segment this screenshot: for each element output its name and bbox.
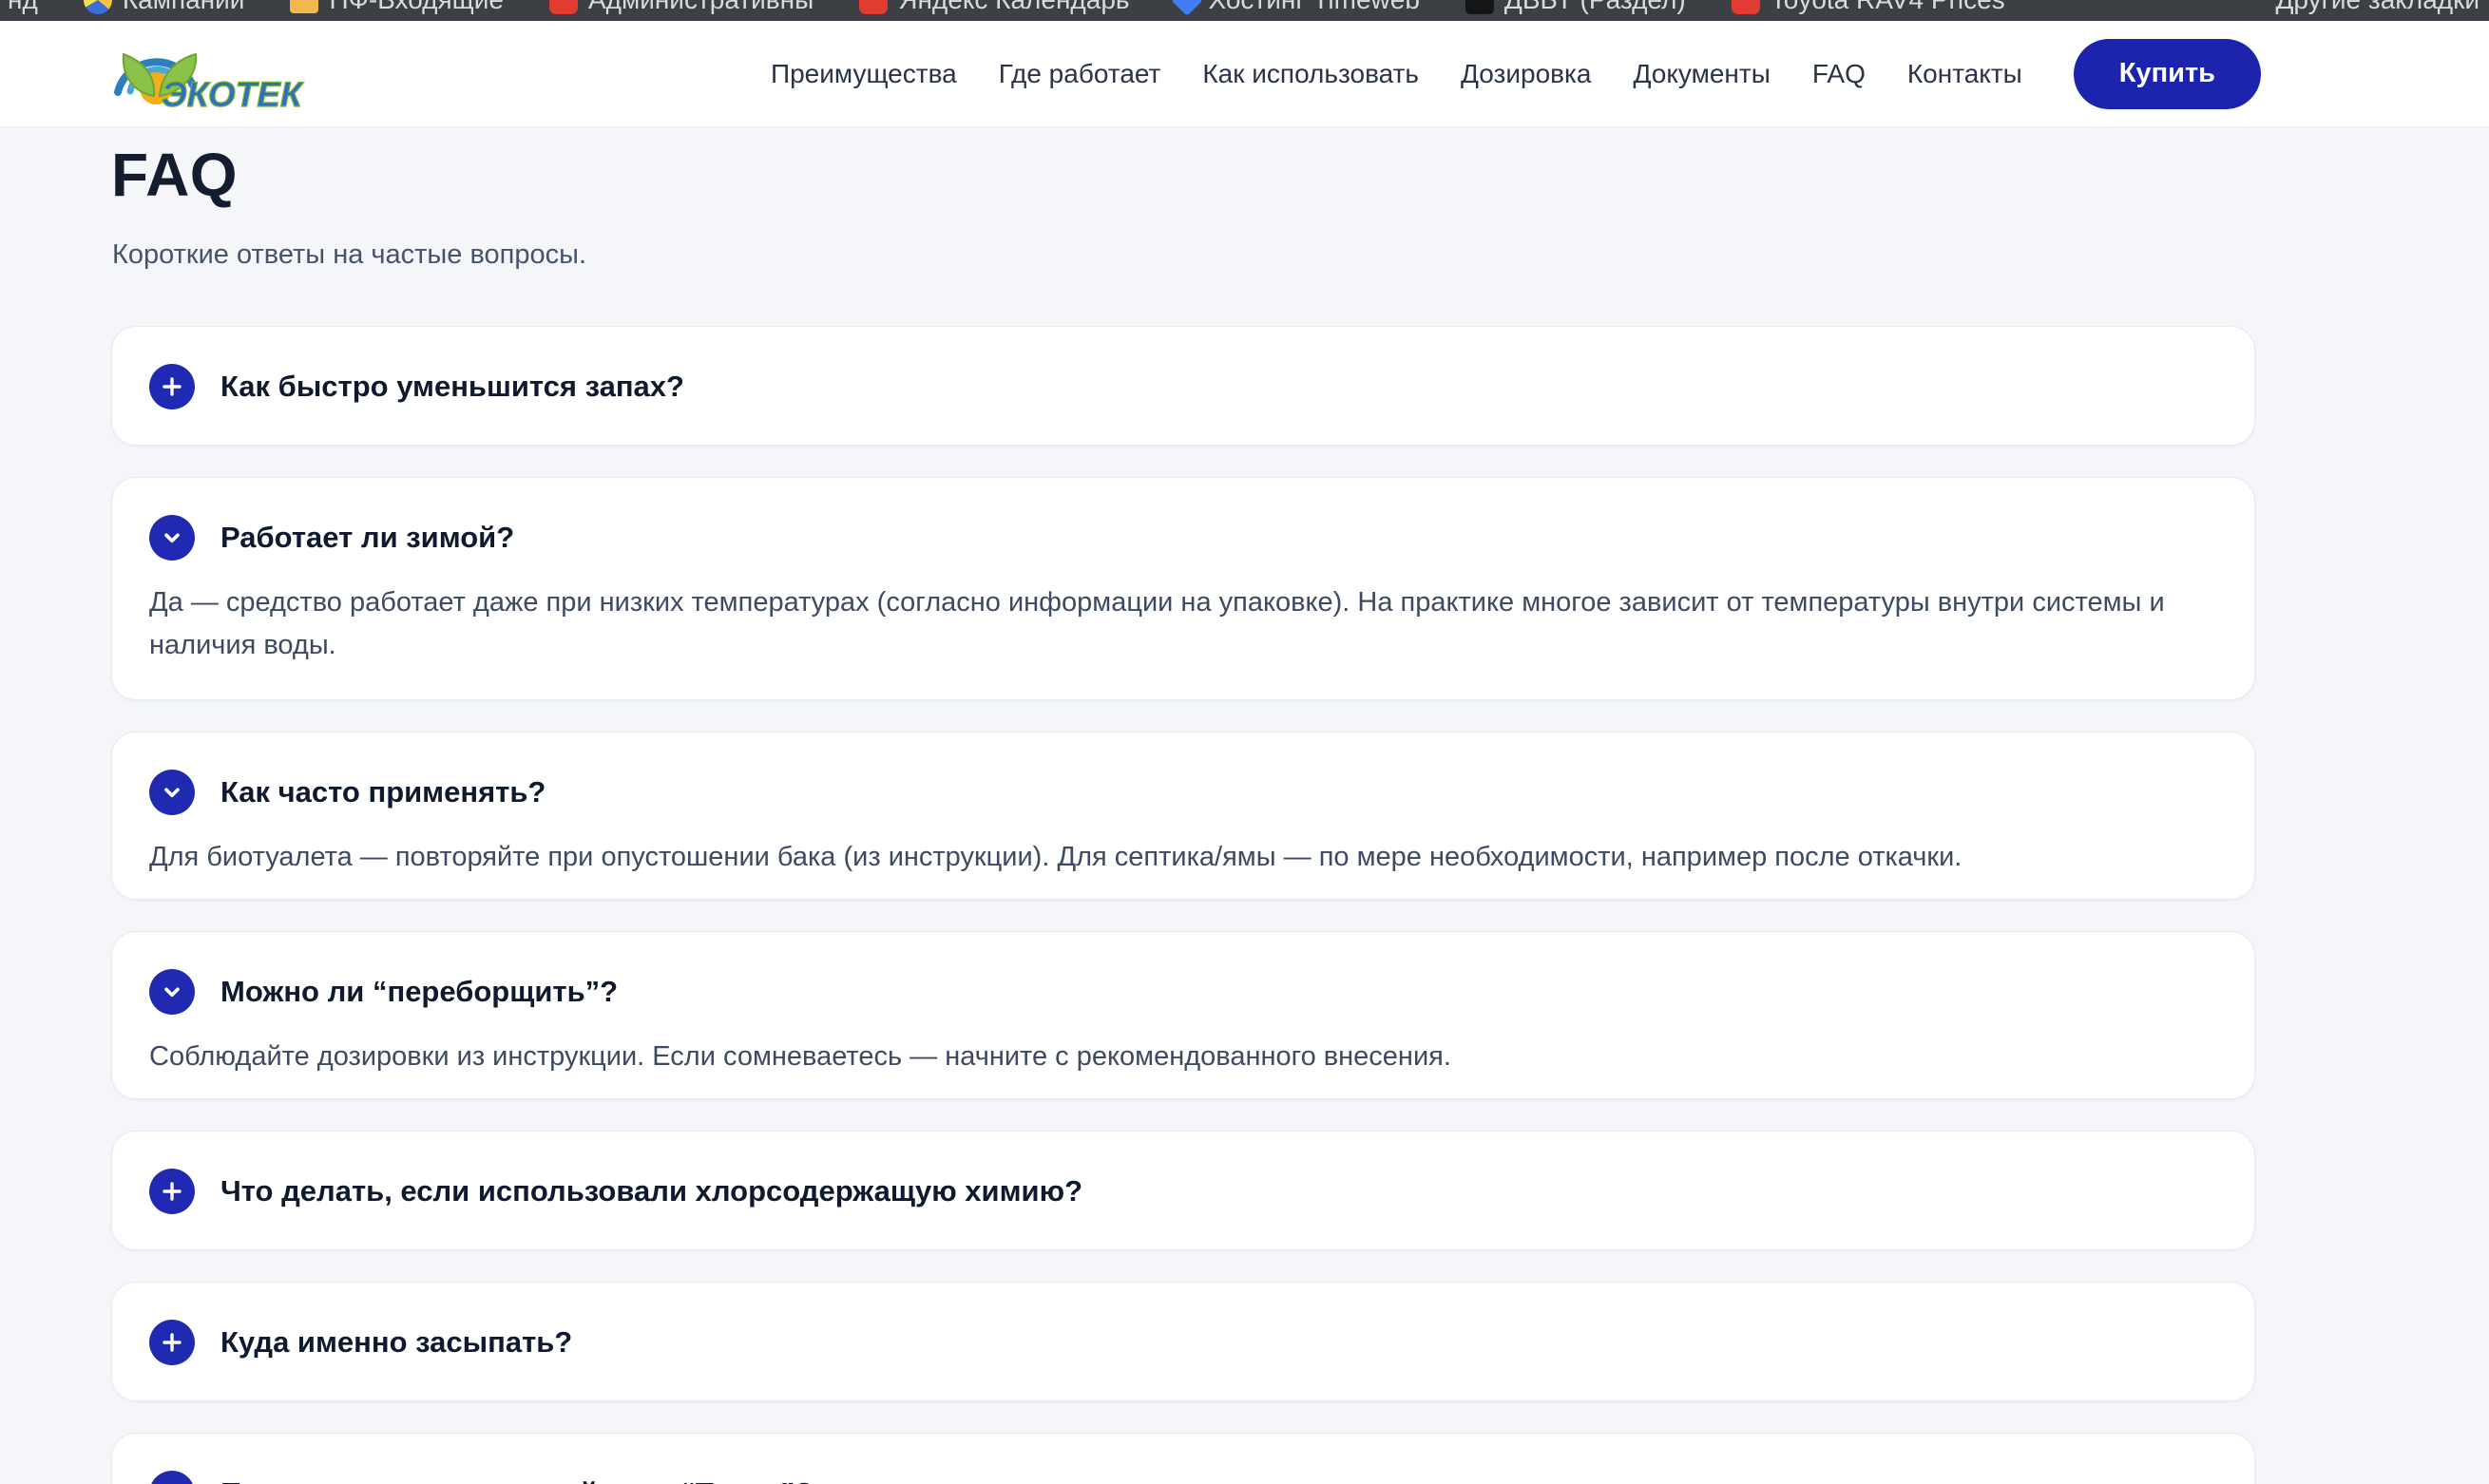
faq-answer: Соблюдайте дозировки из инструкции. Если… bbox=[149, 1036, 2217, 1078]
nav-link-документы[interactable]: Документы bbox=[1633, 59, 1770, 89]
bookmark-label: Кампании bbox=[123, 0, 245, 15]
chevron-down-icon bbox=[160, 780, 184, 805]
faq-question-row[interactable]: Работает ли зимой? bbox=[112, 478, 2254, 598]
page-subtitle: Короткие ответы на частые вопросы. bbox=[112, 239, 586, 271]
nav-link-контакты[interactable]: Контакты bbox=[1907, 59, 2022, 89]
bookmark-item[interactable]: Административны bbox=[549, 0, 814, 15]
nav-link-преимущества[interactable]: Преимущества bbox=[771, 59, 957, 89]
faq-card: Куда именно засыпать? bbox=[111, 1282, 2255, 1401]
logo-wordmark: ЭКОТЕК bbox=[162, 75, 304, 114]
nav-link-faq[interactable]: FAQ bbox=[1812, 59, 1866, 89]
faq-answer: Для биотуалета — повторяйте при опустоше… bbox=[149, 836, 2217, 879]
ecotek-logo-icon: ЭКОТЕК bbox=[106, 33, 308, 115]
plus-icon bbox=[161, 375, 183, 398]
bookmarks-items: нд Кампании ПФ-Входящие Административны Янде… bbox=[8, 0, 2005, 19]
bookmark-label: Административны bbox=[588, 0, 814, 15]
site-header: ЭКОТЕК Преимущества Где работает Как испол… bbox=[0, 21, 2489, 127]
plus-icon bbox=[161, 1180, 183, 1203]
bookmark-label: ДВБТ (Раздел) bbox=[1504, 0, 1686, 15]
plus-icon bbox=[161, 1331, 183, 1354]
nav-link-где-работает[interactable]: Где работает bbox=[999, 59, 1161, 89]
collapse-toggle[interactable] bbox=[149, 969, 195, 1015]
collapse-toggle[interactable] bbox=[149, 770, 195, 815]
bookmark-item[interactable]: Яндекс Календарь bbox=[859, 0, 1129, 15]
blue-diamond-icon bbox=[1171, 0, 1203, 16]
faq-question: Куда именно засыпать? bbox=[220, 1325, 572, 1360]
faq-answer: Да — средство работает даже при низких т… bbox=[149, 581, 2217, 667]
faq-question-row[interactable]: Можно ли “переборщить”? bbox=[112, 932, 2254, 1052]
faq-question: Можно ли “переборщить”? bbox=[220, 975, 618, 1009]
bookmark-label: Toyota RAV4 Prices bbox=[1771, 0, 2005, 15]
faq-question: Работает ли зимой? bbox=[220, 521, 514, 555]
faq-question: Как быстро уменьшится запах? bbox=[220, 370, 684, 404]
bookmark-label: ПФ-Входящие bbox=[329, 0, 504, 15]
bookmark-label: Хостинг Timeweb bbox=[1209, 0, 1420, 15]
expand-toggle[interactable] bbox=[149, 364, 195, 409]
folder-icon bbox=[290, 0, 318, 13]
faq-question: Что делать, если использовали хлорсодерж… bbox=[220, 1174, 1082, 1208]
faq-question-row[interactable]: Куда именно засыпать? bbox=[112, 1283, 2254, 1401]
browser-bookmarks-bar: нд Кампании ПФ-Входящие Административны Янде… bbox=[0, 0, 2489, 21]
bookmark-item[interactable]: Кампании bbox=[84, 0, 245, 15]
chevron-down-icon bbox=[160, 980, 184, 1004]
expand-toggle[interactable] bbox=[149, 1320, 195, 1365]
nav-link-как-использовать[interactable]: Как использовать bbox=[1202, 59, 1419, 89]
red-square-icon bbox=[549, 0, 578, 14]
bookmark-label: нд bbox=[8, 0, 38, 15]
faq-card: Можно ли “переборщить”? Соблюдайте дозиро… bbox=[111, 931, 2255, 1099]
other-bookmarks-button[interactable]: Другие закладки bbox=[2275, 0, 2479, 19]
bookmark-item[interactable]: Toyota RAV4 Prices bbox=[1732, 0, 2005, 15]
faq-card: Как часто применять? Для биотуалета — пов… bbox=[111, 732, 2255, 900]
chevron-down-icon bbox=[160, 525, 184, 550]
black-square-icon bbox=[1465, 0, 1494, 14]
bookmark-item[interactable]: Хостинг Timeweb bbox=[1176, 0, 1420, 15]
buy-button[interactable]: Купить bbox=[2074, 39, 2261, 109]
bookmark-item[interactable]: ПФ-Входящие bbox=[290, 0, 504, 15]
faq-question: Как часто применять? bbox=[220, 775, 546, 809]
bookmark-item[interactable]: нд bbox=[8, 0, 38, 15]
faq-question-row[interactable]: Как быстро уменьшится запах? bbox=[112, 327, 2254, 446]
campaign-ball-icon bbox=[84, 0, 112, 14]
other-bookmarks-label: Другие закладки bbox=[2275, 0, 2479, 15]
faq-list: Как быстро уменьшится запах? Работает ли … bbox=[111, 326, 2255, 1484]
faq-question-row[interactable]: Как часто применять? bbox=[112, 732, 2254, 852]
faq-question-row[interactable]: Что делать, если использовали хлорсодерж… bbox=[112, 1132, 2254, 1250]
faq-question: Подходит ли для станций типа “Топас”? bbox=[220, 1476, 814, 1484]
faq-card: Как быстро уменьшится запах? bbox=[111, 326, 2255, 446]
red-square-icon bbox=[1732, 0, 1760, 14]
expand-toggle[interactable] bbox=[149, 1471, 195, 1484]
site-logo[interactable]: ЭКОТЕК bbox=[106, 33, 308, 115]
page-title: FAQ bbox=[111, 144, 238, 205]
bookmark-label: Яндекс Календарь bbox=[898, 0, 1129, 15]
faq-card: Подходит ли для станций типа “Топас”? bbox=[111, 1433, 2255, 1484]
bookmark-item[interactable]: ДВБТ (Раздел) bbox=[1465, 0, 1686, 15]
red-square-icon bbox=[859, 0, 888, 14]
nav-link-дозировка[interactable]: Дозировка bbox=[1461, 59, 1591, 89]
faq-question-row[interactable]: Подходит ли для станций типа “Топас”? bbox=[112, 1434, 2254, 1484]
expand-toggle[interactable] bbox=[149, 1169, 195, 1214]
collapse-toggle[interactable] bbox=[149, 515, 195, 561]
main-nav: Преимущества Где работает Как использовать… bbox=[771, 39, 2261, 109]
faq-card: Работает ли зимой? Да — средство работает… bbox=[111, 477, 2255, 700]
faq-card: Что делать, если использовали хлорсодерж… bbox=[111, 1131, 2255, 1250]
